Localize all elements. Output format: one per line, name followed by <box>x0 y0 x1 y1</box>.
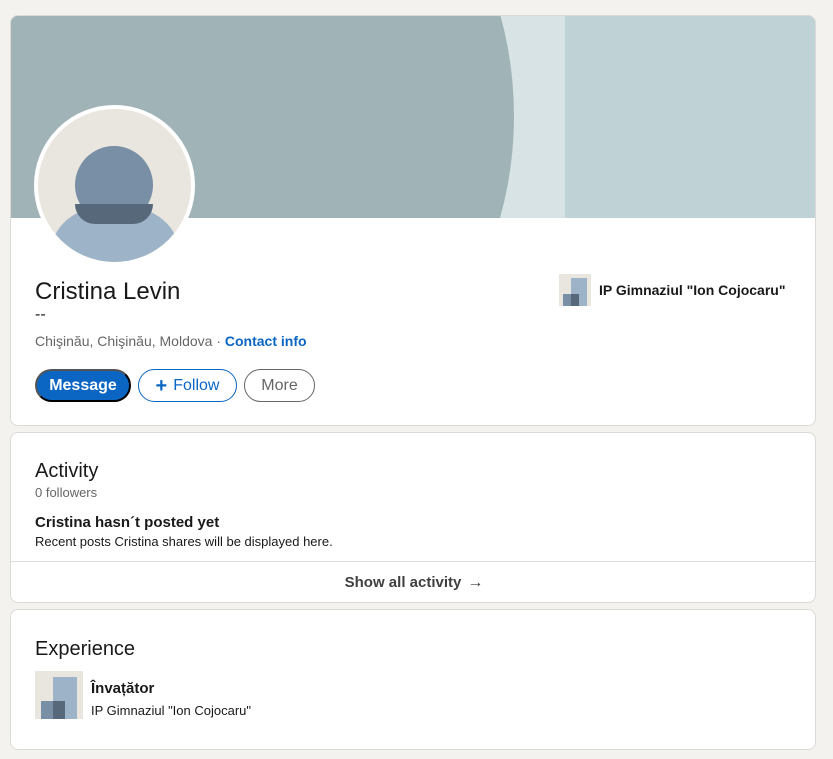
separator-dot: · <box>216 333 221 349</box>
more-button[interactable]: More <box>244 369 315 402</box>
message-button[interactable]: Message <box>35 369 131 402</box>
plus-icon: + <box>155 374 168 397</box>
location-row: Chişinău, Chişinău, Moldova · Contact in… <box>35 333 307 349</box>
followers-count[interactable]: 0 followers <box>35 485 97 500</box>
experience-company-name[interactable]: IP Gimnaziul "Ion Cojocaru" <box>91 703 251 718</box>
avatar-icon[interactable] <box>34 105 195 266</box>
activity-card: Activity 0 followers Cristina hasn´t pos… <box>10 432 816 603</box>
activity-empty-subtitle: Recent posts Cristina shares will be dis… <box>35 534 333 549</box>
follow-button[interactable]: + Follow <box>138 369 237 402</box>
follow-label: Follow <box>173 376 220 394</box>
profile-headline: -- <box>35 306 46 323</box>
profile-location: Chişinău, Chişinău, Moldova <box>35 333 213 349</box>
current-company-link[interactable]: IP Gimnaziul "Ion Cojocaru" <box>599 282 785 298</box>
show-all-activity-label: Show all activity <box>344 574 462 591</box>
profile-top-card: Cristina Levin -- Chişinău, Chişinău, Mo… <box>10 15 816 426</box>
activity-empty-title: Cristina hasn´t posted yet <box>35 514 220 531</box>
show-all-activity-button[interactable]: Show all activity → <box>11 562 815 602</box>
experience-position-title: Învațător <box>91 680 155 697</box>
contact-info-link[interactable]: Contact info <box>225 333 307 349</box>
company-logo-icon[interactable] <box>35 671 83 719</box>
experience-title: Experience <box>35 638 136 660</box>
profile-name: Cristina Levin <box>35 278 181 305</box>
activity-title: Activity <box>35 460 99 482</box>
arrow-right-icon: → <box>467 573 484 591</box>
company-logo-icon[interactable] <box>559 274 591 306</box>
experience-card: Experience Învațător IP Gimnaziul "Ion C… <box>10 609 816 750</box>
